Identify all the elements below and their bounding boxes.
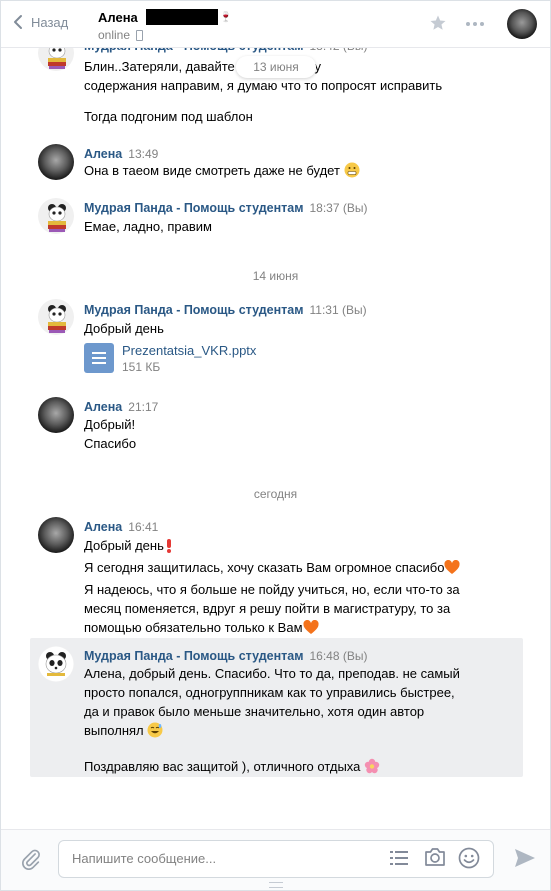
message-author[interactable]: Алена 13:49 [84, 147, 158, 161]
mobile-phone-icon [136, 29, 144, 41]
wine-glass-icon: 🍷 [219, 11, 233, 23]
back-label: Назад [31, 14, 69, 30]
message-text: Алена, добрый день. Спасибо. Что то да, … [84, 664, 484, 779]
chevron-left-icon [14, 15, 22, 29]
avatar[interactable] [38, 299, 74, 335]
date-separator: сегодня [253, 487, 298, 501]
message-author[interactable]: Мудрая Панда - Помощь студентам 18:37 (Вы… [84, 201, 367, 215]
heart-icon [444, 559, 461, 580]
redacted-block [145, 9, 218, 25]
message-time: 16:41 [128, 520, 159, 534]
message-history[interactable]: Мудрая Панда - Помощь студентам18:42 (Вы… [1, 1, 550, 829]
message-text: Добрый день [84, 321, 164, 336]
avatar[interactable] [38, 144, 74, 180]
message-author[interactable]: Алена 16:41 [84, 520, 158, 534]
send-icon[interactable] [514, 848, 536, 871]
more-options-icon[interactable] [466, 22, 484, 26]
contact-avatar[interactable] [507, 9, 537, 39]
chat-header: Назад Алена 🍷 online [1, 1, 550, 48]
document-icon [84, 343, 114, 373]
resize-handle-icon[interactable] [269, 882, 283, 888]
message-author[interactable]: Алена 21:17 [84, 400, 158, 414]
sweat-smile-emoji-icon [147, 722, 163, 743]
message-time: 13:49 [128, 147, 159, 161]
message-text: Добрый! Спасибо [84, 417, 137, 451]
avatar[interactable] [38, 397, 74, 433]
message-time: 21:17 [128, 400, 159, 414]
flower-emoji-icon [364, 758, 380, 779]
message-time: 11:31 (Вы) [309, 303, 367, 317]
star-icon[interactable] [429, 14, 447, 35]
avatar[interactable] [38, 646, 74, 682]
message-text: Добрый день Я сегодня защитилась, хочу с… [84, 536, 484, 640]
file-attachment[interactable]: Prezentatsia_VKR.pptx 151 КБ [84, 343, 334, 375]
message-author[interactable]: Мудрая Панда - Помощь студентам 16:48 (Вы… [84, 649, 367, 663]
contact-status: online [98, 28, 144, 42]
back-button[interactable]: Назад [13, 14, 68, 30]
avatar[interactable] [38, 517, 74, 553]
emoji-smile-icon[interactable] [458, 847, 480, 872]
template-list-icon[interactable] [390, 850, 408, 869]
date-separator: 14 июня [252, 269, 299, 283]
message-text: Она в таеом виде смотреть даже не будет [84, 161, 484, 183]
message-time: 18:37 (Вы) [309, 201, 368, 215]
message-time: 16:48 (Вы) [309, 649, 368, 663]
grimace-emoji-icon [344, 162, 360, 183]
heart-icon [302, 619, 319, 640]
floating-date-badge: 13 июня [236, 56, 316, 78]
message-author[interactable]: Мудрая Панда - Помощь студентам 11:31 (Вы… [84, 303, 367, 317]
avatar[interactable] [38, 198, 74, 234]
chat-window: Мудрая Панда - Помощь студентам18:42 (Вы… [0, 0, 551, 891]
message-text: Емае, ладно, правим [84, 219, 212, 234]
message-input-placeholder: Напишите сообщение... [72, 851, 217, 866]
attach-paperclip-icon[interactable] [20, 848, 42, 873]
file-size: 151 КБ [122, 360, 161, 374]
contact-name[interactable]: Алена 🍷 [98, 9, 232, 25]
exclamation-icon [164, 538, 174, 558]
file-name[interactable]: Prezentatsia_VKR.pptx [122, 343, 256, 358]
camera-icon[interactable] [424, 847, 446, 870]
